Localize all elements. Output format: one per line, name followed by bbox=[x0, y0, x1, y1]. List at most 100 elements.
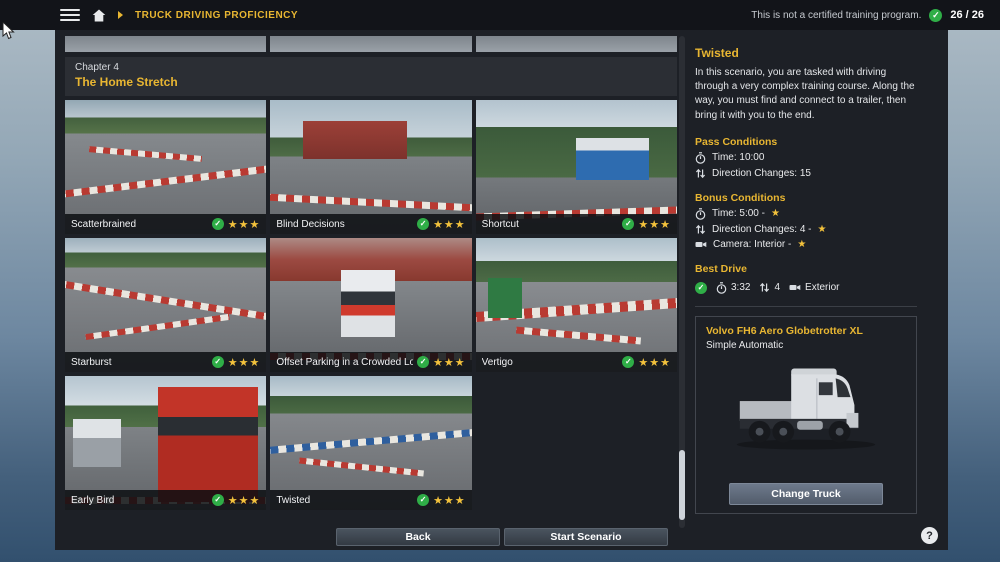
star-rating: ★★★ bbox=[433, 356, 466, 369]
direction-changes-icon bbox=[759, 282, 770, 293]
best-time: 3:32 bbox=[731, 282, 750, 293]
scenario-details-panel: Twisted In this scenario, you are tasked… bbox=[695, 46, 917, 514]
bonus-condition-text: Direction Changes: 4 - bbox=[712, 224, 812, 235]
chapter-title: The Home Stretch bbox=[75, 75, 667, 89]
bonus-condition-row: Direction Changes: 4 - ★ bbox=[695, 224, 917, 235]
scenario-card-shortcut[interactable]: Shortcut ✓ ★★★ bbox=[476, 100, 677, 234]
scenario-name: Offset Parking in a Crowded Lot bbox=[276, 357, 413, 368]
scenario-name: Vertigo bbox=[482, 357, 619, 368]
scenario-scrollbar[interactable] bbox=[679, 36, 685, 528]
pass-conditions-heading: Pass Conditions bbox=[695, 136, 917, 148]
best-direction-changes: 4 bbox=[774, 282, 780, 293]
star-rating: ★★★ bbox=[228, 218, 261, 231]
star-rating: ★★★ bbox=[638, 356, 671, 369]
bonus-star-icon: ★ bbox=[818, 224, 827, 235]
section-divider bbox=[695, 306, 917, 307]
help-button[interactable]: ? bbox=[921, 527, 938, 544]
scenario-namebar: Starburst ✓ ★★★ bbox=[65, 352, 266, 372]
scrollbar-thumb[interactable] bbox=[679, 450, 685, 520]
breadcrumb-arrow-icon bbox=[118, 11, 123, 19]
time-icon bbox=[695, 152, 706, 164]
progress-check-icon: ✓ bbox=[929, 9, 942, 22]
scenario-name: Twisted bbox=[276, 495, 413, 506]
previous-row-partial bbox=[65, 36, 677, 52]
star-rating: ★★★ bbox=[228, 356, 261, 369]
camera-icon bbox=[789, 282, 801, 293]
star-rating: ★★★ bbox=[638, 218, 671, 231]
completed-check-icon: ✓ bbox=[417, 356, 429, 368]
bonus-condition-row: Time: 5:00 - ★ bbox=[695, 208, 917, 220]
completed-check-icon: ✓ bbox=[622, 356, 634, 368]
scenario-namebar: Shortcut ✓ ★★★ bbox=[476, 214, 677, 234]
scenario-card-scatterbrained[interactable]: Scatterbrained ✓ ★★★ bbox=[65, 100, 266, 234]
direction-changes-icon bbox=[695, 168, 706, 179]
scenario-card-partial[interactable] bbox=[476, 36, 677, 52]
scenario-namebar: Scatterbrained ✓ ★★★ bbox=[65, 214, 266, 234]
bonus-condition-row: Camera: Interior - ★ bbox=[695, 239, 917, 250]
completed-check-icon: ✓ bbox=[622, 218, 634, 230]
top-bar: TRUCK DRIVING PROFICIENCY This is not a … bbox=[0, 0, 1000, 30]
truck-panel: Volvo FH6 Aero Globetrotter XL Simple Au… bbox=[695, 316, 917, 514]
scenario-card-blind-decisions[interactable]: Blind Decisions ✓ ★★★ bbox=[270, 100, 471, 234]
truck-name: Volvo FH6 Aero Globetrotter XL bbox=[706, 325, 906, 337]
scenario-card-partial[interactable] bbox=[270, 36, 471, 52]
menu-icon[interactable] bbox=[60, 9, 80, 21]
scenario-card-offset-parking[interactable]: Offset Parking in a Crowded Lot ✓ ★★★ bbox=[270, 238, 471, 372]
bonus-condition-text: Camera: Interior - bbox=[713, 239, 791, 250]
chapter-header: Chapter 4 The Home Stretch bbox=[65, 57, 677, 96]
disclaimer-text: This is not a certified training program… bbox=[751, 10, 921, 21]
scenario-card-twisted[interactable]: Twisted ✓ ★★★ bbox=[270, 376, 471, 510]
bonus-star-icon: ★ bbox=[771, 208, 780, 219]
time-icon bbox=[695, 208, 706, 220]
scenario-detail-title: Twisted bbox=[695, 46, 917, 60]
scenario-card-vertigo[interactable]: Vertigo ✓ ★★★ bbox=[476, 238, 677, 372]
progress-count: 26 / 26 bbox=[950, 9, 984, 21]
truck-transmission: Simple Automatic bbox=[706, 340, 906, 351]
game-screen: TRUCK DRIVING PROFICIENCY This is not a … bbox=[0, 0, 1000, 562]
scenario-namebar: Vertigo ✓ ★★★ bbox=[476, 352, 677, 372]
star-rating: ★★★ bbox=[433, 218, 466, 231]
completed-check-icon: ✓ bbox=[212, 218, 224, 230]
bonus-star-icon: ★ bbox=[797, 239, 806, 250]
best-drive-row: ✓ 3:32 4 Exterior bbox=[695, 282, 917, 294]
completed-check-icon: ✓ bbox=[212, 494, 224, 506]
breadcrumb[interactable]: TRUCK DRIVING PROFICIENCY bbox=[135, 10, 298, 21]
back-button[interactable]: Back bbox=[336, 528, 500, 546]
camera-icon bbox=[695, 239, 707, 250]
scenario-name: Early Bird bbox=[71, 495, 208, 506]
direction-changes-icon bbox=[695, 224, 706, 235]
scenario-namebar: Blind Decisions ✓ ★★★ bbox=[270, 214, 471, 234]
truck-image bbox=[722, 357, 890, 457]
scenario-name: Starburst bbox=[71, 357, 208, 368]
scenario-card-partial[interactable] bbox=[65, 36, 266, 52]
chapter-label: Chapter 4 bbox=[75, 62, 667, 73]
scenario-namebar: Early Bird ✓ ★★★ bbox=[65, 490, 266, 510]
completed-check-icon: ✓ bbox=[212, 356, 224, 368]
completed-check-icon: ✓ bbox=[417, 218, 429, 230]
change-truck-button[interactable]: Change Truck bbox=[729, 483, 883, 505]
scenario-description: In this scenario, you are tasked with dr… bbox=[695, 66, 917, 123]
best-drive-check-icon: ✓ bbox=[695, 282, 707, 294]
scenario-card-starburst[interactable]: Starburst ✓ ★★★ bbox=[65, 238, 266, 372]
scenario-card-early-bird[interactable]: Early Bird ✓ ★★★ bbox=[65, 376, 266, 510]
best-drive-heading: Best Drive bbox=[695, 263, 917, 275]
scenario-namebar: Offset Parking in a Crowded Lot ✓ ★★★ bbox=[270, 352, 471, 372]
pass-condition-text: Direction Changes: 15 bbox=[712, 168, 811, 179]
scenario-name: Scatterbrained bbox=[71, 219, 208, 230]
pass-condition-text: Time: 10:00 bbox=[712, 152, 764, 163]
time-icon bbox=[716, 282, 727, 294]
completed-check-icon: ✓ bbox=[417, 494, 429, 506]
scenario-grid: Chapter 4 The Home Stretch Scatterbraine… bbox=[65, 36, 677, 510]
star-rating: ★★★ bbox=[433, 494, 466, 507]
scenario-name: Blind Decisions bbox=[276, 219, 413, 230]
star-rating: ★★★ bbox=[228, 494, 261, 507]
bonus-conditions-heading: Bonus Conditions bbox=[695, 192, 917, 204]
start-scenario-button[interactable]: Start Scenario bbox=[504, 528, 668, 546]
main-panel: Chapter 4 The Home Stretch Scatterbraine… bbox=[55, 30, 948, 550]
scenario-namebar: Twisted ✓ ★★★ bbox=[270, 490, 471, 510]
pass-condition-row: Direction Changes: 15 bbox=[695, 168, 917, 179]
home-icon[interactable] bbox=[92, 9, 106, 22]
best-camera: Exterior bbox=[805, 282, 839, 293]
scenario-name: Shortcut bbox=[482, 219, 619, 230]
bonus-condition-text: Time: 5:00 - bbox=[712, 208, 765, 219]
